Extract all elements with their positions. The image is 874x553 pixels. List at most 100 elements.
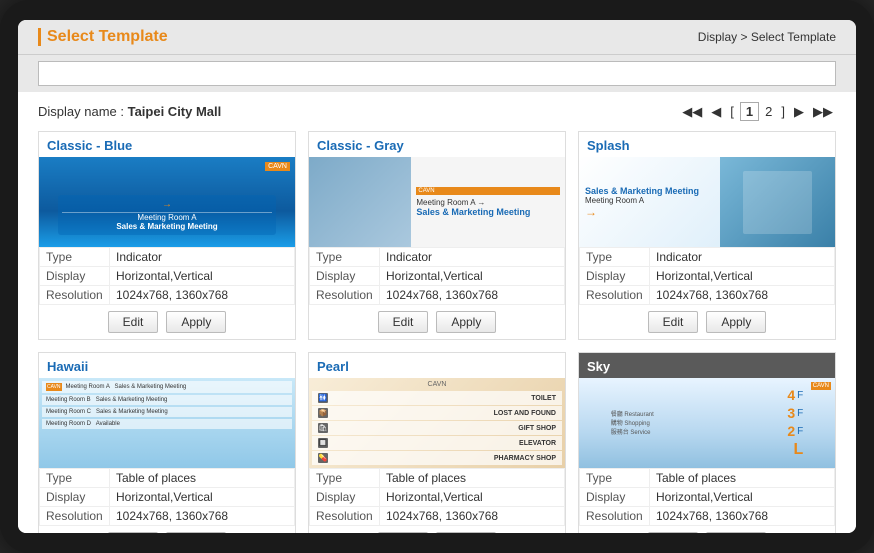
preview-splash-right <box>720 157 835 247</box>
apply-button-classic-gray[interactable]: Apply <box>436 311 496 333</box>
display-value: Horizontal,Vertical <box>650 488 835 507</box>
apply-button-hawaii[interactable]: Apply <box>166 532 226 533</box>
hawaii-room-2: Meeting Room B Sales & Marketing Meeting <box>46 397 167 403</box>
display-label: Display <box>580 488 650 507</box>
table-row: Display Horizontal,Vertical <box>580 488 835 507</box>
pearl-icon-3: 🛍 <box>318 423 328 433</box>
pearl-label-2: LOST AND FOUND <box>334 410 556 417</box>
page-last[interactable]: ▶▶ <box>810 103 836 121</box>
sky-floor-label-4: 4 <box>787 387 795 403</box>
template-card-classic-blue: Classic - Blue CAVN → Meeting Room A Sal… <box>38 131 296 340</box>
edit-button-pearl[interactable]: Edit <box>378 532 429 533</box>
pearl-label-1: TOILET <box>334 395 556 402</box>
card-actions-classic-blue: Edit Apply <box>39 305 295 339</box>
table-row: Resolution 1024x768, 1360x768 <box>40 507 295 526</box>
breadcrumb: Display > Select Template <box>698 30 836 44</box>
hawaii-row-2: Meeting Room B Sales & Marketing Meeting <box>42 395 292 405</box>
hawaii-row-1: CAVN Meeting Room A Sales & Marketing Me… <box>42 381 292 393</box>
edit-button-hawaii[interactable]: Edit <box>108 532 159 533</box>
display-value: Horizontal,Vertical <box>380 267 565 286</box>
resolution-value: 1024x768, 1360x768 <box>380 286 565 305</box>
type-value: Indicator <box>650 248 835 267</box>
preview-sky: CAVN 餐廳 Restaurant購物 Shopping服務台 Service… <box>579 378 835 468</box>
preview-cb-logo: CAVN <box>265 162 290 171</box>
search-input[interactable] <box>38 61 836 86</box>
table-row: Resolution 1024x768, 1360x768 <box>40 286 295 305</box>
template-card-splash: Splash Sales & Marketing Meeting Meeting… <box>578 131 836 340</box>
card-actions-pearl: Edit Apply <box>309 526 565 533</box>
card-title-classic-gray: Classic - Gray <box>309 132 565 157</box>
display-label: Display <box>310 488 380 507</box>
screen: Select Template Display > Select Templat… <box>18 20 856 533</box>
page-title: Select Template <box>38 28 168 46</box>
type-label: Type <box>40 469 110 488</box>
edit-button-classic-gray[interactable]: Edit <box>378 311 429 333</box>
type-label: Type <box>580 469 650 488</box>
info-table-pearl: Type Table of places Display Horizontal,… <box>309 468 565 526</box>
type-value: Indicator <box>380 248 565 267</box>
preview-cg-meeting: Sales & Marketing Meeting <box>416 207 560 217</box>
apply-button-classic-blue[interactable]: Apply <box>166 311 226 333</box>
type-label: Type <box>580 248 650 267</box>
page-next[interactable]: ▶ <box>791 103 807 121</box>
display-value: Horizontal,Vertical <box>110 267 295 286</box>
edit-button-splash[interactable]: Edit <box>648 311 699 333</box>
sky-info: 餐廳 Restaurant購物 Shopping服務台 Service <box>611 409 734 438</box>
preview-cg-left <box>309 157 411 247</box>
info-table-splash: Type Indicator Display Horizontal,Vertic… <box>579 247 835 305</box>
type-value: Table of places <box>110 469 295 488</box>
table-row: Resolution 1024x768, 1360x768 <box>580 507 835 526</box>
card-title-hawaii: Hawaii <box>39 353 295 378</box>
type-value: Indicator <box>110 248 295 267</box>
info-table-classic-blue: Type Indicator Display Horizontal,Vertic… <box>39 247 295 305</box>
info-table-classic-gray: Type Indicator Display Horizontal,Vertic… <box>309 247 565 305</box>
template-card-hawaii: Hawaii CAVN Meeting Room A Sales & Marke… <box>38 352 296 533</box>
display-label: Display <box>310 267 380 286</box>
sky-floor-letter-2: F <box>797 426 803 437</box>
sky-floor-label-l: L <box>793 441 803 459</box>
display-name-value: Taipei City Mall <box>128 104 222 119</box>
sky-floor-3: 3 F <box>787 405 803 421</box>
card-title-pearl: Pearl <box>309 353 565 378</box>
preview-cg-right: CAVN Meeting Room A → Sales & Marketing … <box>411 182 565 222</box>
pagination: ◀◀ ◀ [ 1 2 ] ▶ ▶▶ <box>679 102 836 121</box>
table-row: Display Horizontal,Vertical <box>310 488 565 507</box>
display-label: Display <box>40 267 110 286</box>
pearl-icon-4: 🔲 <box>318 438 328 448</box>
breadcrumb-current: Select Template <box>751 30 836 44</box>
sky-floor-2: 2 F <box>787 423 803 439</box>
page-first[interactable]: ◀◀ <box>679 103 705 121</box>
page-1[interactable]: 1 <box>740 102 759 121</box>
table-row: Type Indicator <box>580 248 835 267</box>
hawaii-row-4: Meeting Room D Available <box>42 419 292 429</box>
pearl-row-1: 🚻 TOILET <box>312 391 562 405</box>
display-value: Horizontal,Vertical <box>650 267 835 286</box>
apply-button-sky[interactable]: Apply <box>706 532 766 533</box>
display-value: Horizontal,Vertical <box>380 488 565 507</box>
resolution-label: Resolution <box>580 507 650 526</box>
resolution-value: 1024x768, 1360x768 <box>110 286 295 305</box>
table-row: Resolution 1024x768, 1360x768 <box>310 286 565 305</box>
resolution-label: Resolution <box>310 507 380 526</box>
page-prev[interactable]: ◀ <box>708 103 724 121</box>
resolution-value: 1024x768, 1360x768 <box>650 507 835 526</box>
resolution-value: 1024x768, 1360x768 <box>380 507 565 526</box>
search-bar <box>18 55 856 92</box>
page-2[interactable]: 2 <box>762 103 775 120</box>
display-value: Horizontal,Vertical <box>110 488 295 507</box>
pearl-icon-2: 📦 <box>318 408 328 418</box>
edit-button-sky[interactable]: Edit <box>648 532 699 533</box>
edit-button-classic-blue[interactable]: Edit <box>108 311 159 333</box>
apply-button-pearl[interactable]: Apply <box>436 532 496 533</box>
preview-splash-title: Sales & Marketing Meeting <box>585 186 714 196</box>
preview-classic-blue: CAVN → Meeting Room A Sales & Marketing … <box>39 157 295 247</box>
pearl-label-4: ELEVATOR <box>334 440 556 447</box>
display-name: Display name : Taipei City Mall <box>38 104 221 119</box>
templates-grid: Classic - Blue CAVN → Meeting Room A Sal… <box>38 131 836 533</box>
preview-splash-arrow: → <box>585 205 714 219</box>
resolution-value: 1024x768, 1360x768 <box>110 507 295 526</box>
card-actions-hawaii: Edit Apply <box>39 526 295 533</box>
pearl-label-3: GIFT SHOP <box>334 425 556 432</box>
apply-button-splash[interactable]: Apply <box>706 311 766 333</box>
preview-splash-meeting: Meeting Room A <box>585 196 714 205</box>
